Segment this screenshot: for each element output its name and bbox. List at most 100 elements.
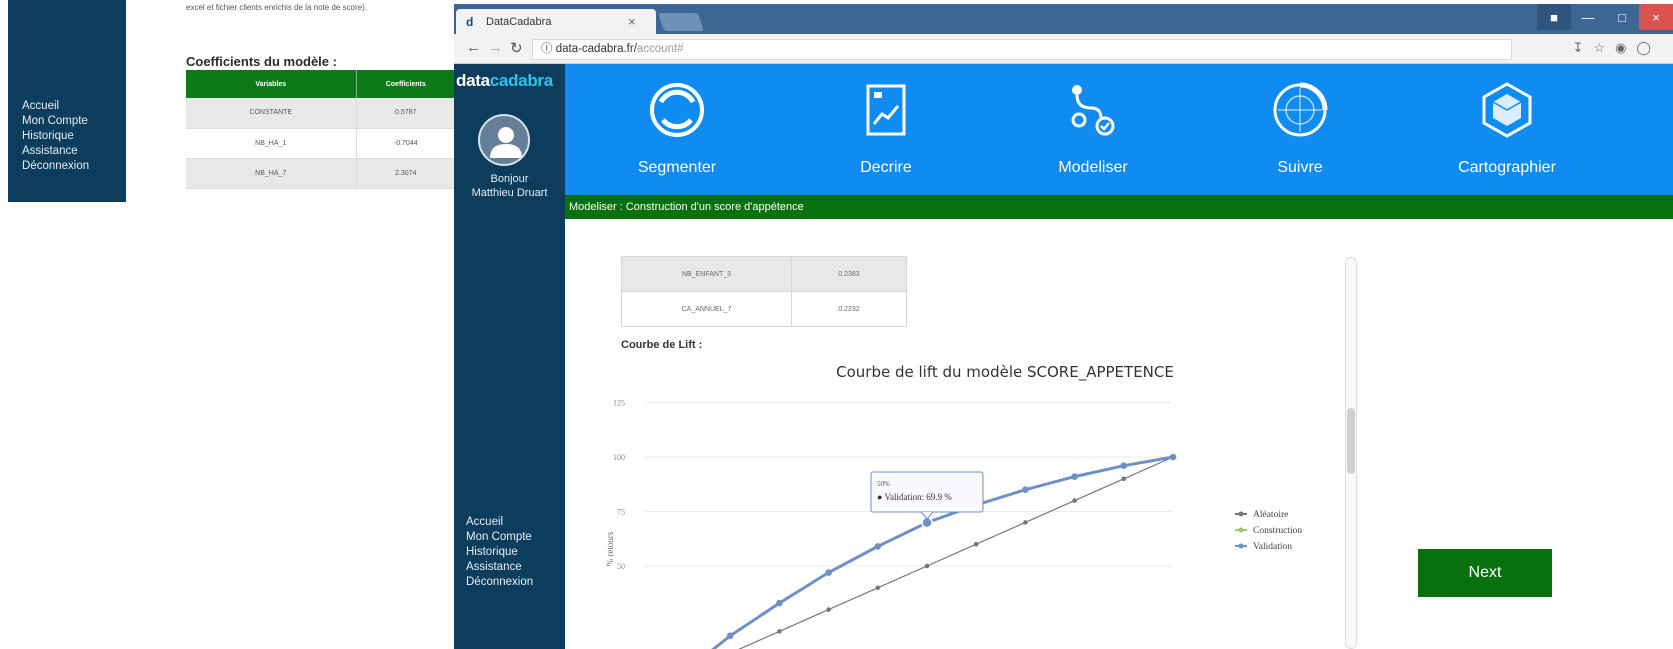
sidebar-item-historique[interactable]: Historique — [466, 545, 533, 560]
data-point-validation — [1071, 473, 1078, 480]
maximize-icon[interactable]: □ — [1605, 4, 1639, 30]
new-tab-button[interactable] — [658, 13, 704, 31]
table-row: NB_HA_1 -0.7044 — [186, 128, 456, 159]
tooltip-header: 50% — [877, 480, 890, 488]
nav-deconnexion[interactable]: Déconnexion — [22, 159, 89, 174]
chart-legend: Aléatoire Construction Validation — [1235, 510, 1302, 552]
data-point-aleatoire — [1072, 498, 1077, 503]
legend-marker — [1238, 543, 1244, 549]
data-point-validation — [776, 599, 783, 607]
y-tick-label: 50 — [617, 562, 625, 571]
nav-label: Modeliser — [1058, 159, 1128, 176]
table-cell: CONSTANTE — [186, 98, 357, 129]
sidebar-item-accueil[interactable]: Accueil — [466, 515, 533, 530]
chart-title: Courbe de lift du modèle SCORE_APPETENCE — [836, 363, 1174, 382]
table-row: CONSTANTE 0.5787 — [186, 98, 456, 129]
sidebar-item-deconnexion[interactable]: Déconnexion — [466, 575, 533, 590]
url-input[interactable]: ⓘ data-cadabra.fr/account# — [532, 39, 1512, 60]
legend-label: Validation — [1253, 542, 1292, 552]
lift-chart: Courbe de lift du modèle SCORE_APPETENCE… — [605, 363, 1302, 649]
data-point-aleatoire — [826, 607, 831, 612]
user-icon — [490, 127, 522, 158]
main-content: NB_ENFANT_3 0.2383 CA_ANNUEL_7 0.2232 Cour… — [565, 219, 1673, 649]
model-flow-icon — [1071, 85, 1115, 136]
col-variables: Variables — [186, 70, 357, 98]
nav-historique[interactable]: Historique — [22, 129, 89, 144]
data-point-validation — [825, 569, 832, 576]
scrollbar-thumb[interactable] — [1347, 408, 1355, 474]
legend-label: Construction — [1253, 526, 1302, 536]
sidebar-item-assistance[interactable]: Assistance — [466, 560, 533, 575]
nav-cartographier[interactable]: Cartographier — [1437, 64, 1577, 195]
legend-marker — [1238, 527, 1244, 533]
data-point-validation — [1022, 486, 1029, 494]
nav-label: Cartographier — [1458, 159, 1556, 176]
tooltip-pointer — [920, 511, 934, 520]
logo: datacadabra — [456, 71, 553, 91]
table-row: NB_HA_7 2.3074 — [186, 158, 456, 189]
data-point-validation — [1120, 462, 1128, 470]
legend-marker — [1238, 511, 1244, 517]
forward-icon[interactable]: → — [488, 39, 503, 56]
legend-label: Aléatoire — [1253, 510, 1288, 520]
data-point-aleatoire — [1023, 520, 1028, 525]
back-icon[interactable]: ← — [466, 39, 481, 56]
logo-part-1: data — [456, 71, 490, 90]
tab-datacadabra[interactable]: d DataCadabra × — [456, 9, 656, 34]
tooltip-value: ● Validation: 69.9 % — [877, 492, 952, 502]
table-cell: -0.7044 — [356, 128, 456, 159]
y-axis-label: % retours — [605, 531, 615, 566]
sidebar-item-mon-compte[interactable]: Mon Compte — [466, 530, 533, 545]
scrollbar[interactable] — [1345, 257, 1357, 649]
next-button[interactable]: Next — [1418, 549, 1552, 597]
tab-title: DataCadabra — [486, 16, 552, 28]
coefficients-table: Variables Coefficients CONSTANTE 0.5787 N… — [186, 70, 456, 189]
segment-icon — [650, 83, 704, 137]
nav-mon-compte[interactable]: Mon Compte — [22, 114, 89, 129]
breadcrumb: Modeliser : Construction d'un score d'ap… — [565, 195, 1673, 219]
col-coefficients: Coefficients — [356, 70, 456, 98]
background-intro-text: excel et fichier clients enrichis de la … — [186, 3, 367, 12]
nav-label: Segmenter — [637, 159, 717, 176]
nav-assistance[interactable]: Assistance — [22, 144, 89, 159]
nav-accueil[interactable]: Accueil — [22, 99, 89, 114]
data-point-validation — [874, 543, 882, 550]
nav-suivre[interactable]: Suivre — [1230, 64, 1370, 195]
data-point-aleatoire — [777, 629, 782, 634]
reload-icon[interactable]: ↻ — [510, 39, 523, 57]
tab-bar: d DataCadabra × ■ — □ × — [454, 4, 1673, 34]
data-point-aleatoire — [1121, 476, 1127, 482]
window-controls: ■ — □ × — [1537, 4, 1673, 30]
y-tick-label: 125 — [613, 399, 625, 408]
data-point-validation — [1169, 453, 1177, 461]
data-point-aleatoire — [924, 563, 930, 569]
nav-label: Suivre — [1277, 159, 1323, 176]
close-tab-icon[interactable]: × — [628, 14, 636, 29]
table-cell: NB_HA_1 — [186, 128, 357, 159]
y-tick-label: 100 — [613, 453, 625, 462]
greeting-user-name: Matthieu Druart — [471, 187, 548, 199]
browser-window: d DataCadabra × ■ — □ × ← → ↻ ⓘ data-cad… — [454, 4, 1673, 649]
data-point-aleatoire — [973, 541, 979, 547]
greeting-line-1: Bonjour — [490, 173, 529, 185]
map-network-icon — [1482, 82, 1532, 138]
profile-icon[interactable]: ■ — [1537, 4, 1571, 30]
report-chart-icon — [866, 84, 906, 136]
chart-tooltip: 50% ● Validation: 69.9 % — [870, 471, 984, 529]
table-cell: NB_HA_7 — [186, 158, 357, 189]
extension-icons[interactable]: ↧☆◉◯ — [1573, 40, 1661, 56]
url-domain: data-cadabra.fr/ — [555, 43, 637, 55]
logo-part-2: cadabra — [489, 71, 553, 90]
background-sidebar: Accueil Mon Compte Historique Assistance… — [8, 0, 126, 202]
y-tick-label: 75 — [617, 508, 625, 517]
table-cell: 0.5787 — [356, 98, 456, 129]
nav-label: Decrire — [860, 159, 912, 176]
app-sidebar: datacadabra Bonjour Matthieu Druart Accu… — [454, 64, 565, 649]
nav-modeliser[interactable]: Modeliser — [1023, 64, 1163, 195]
close-window-icon[interactable]: × — [1639, 4, 1673, 30]
minimize-icon[interactable]: — — [1571, 4, 1605, 30]
sidebar-nav: Accueil Mon Compte Historique Assistance… — [466, 515, 533, 590]
background-nav: Accueil Mon Compte Historique Assistance… — [22, 99, 89, 174]
nav-segmenter[interactable]: Segmenter — [607, 64, 747, 195]
nav-decrire[interactable]: Decrire — [816, 64, 956, 195]
